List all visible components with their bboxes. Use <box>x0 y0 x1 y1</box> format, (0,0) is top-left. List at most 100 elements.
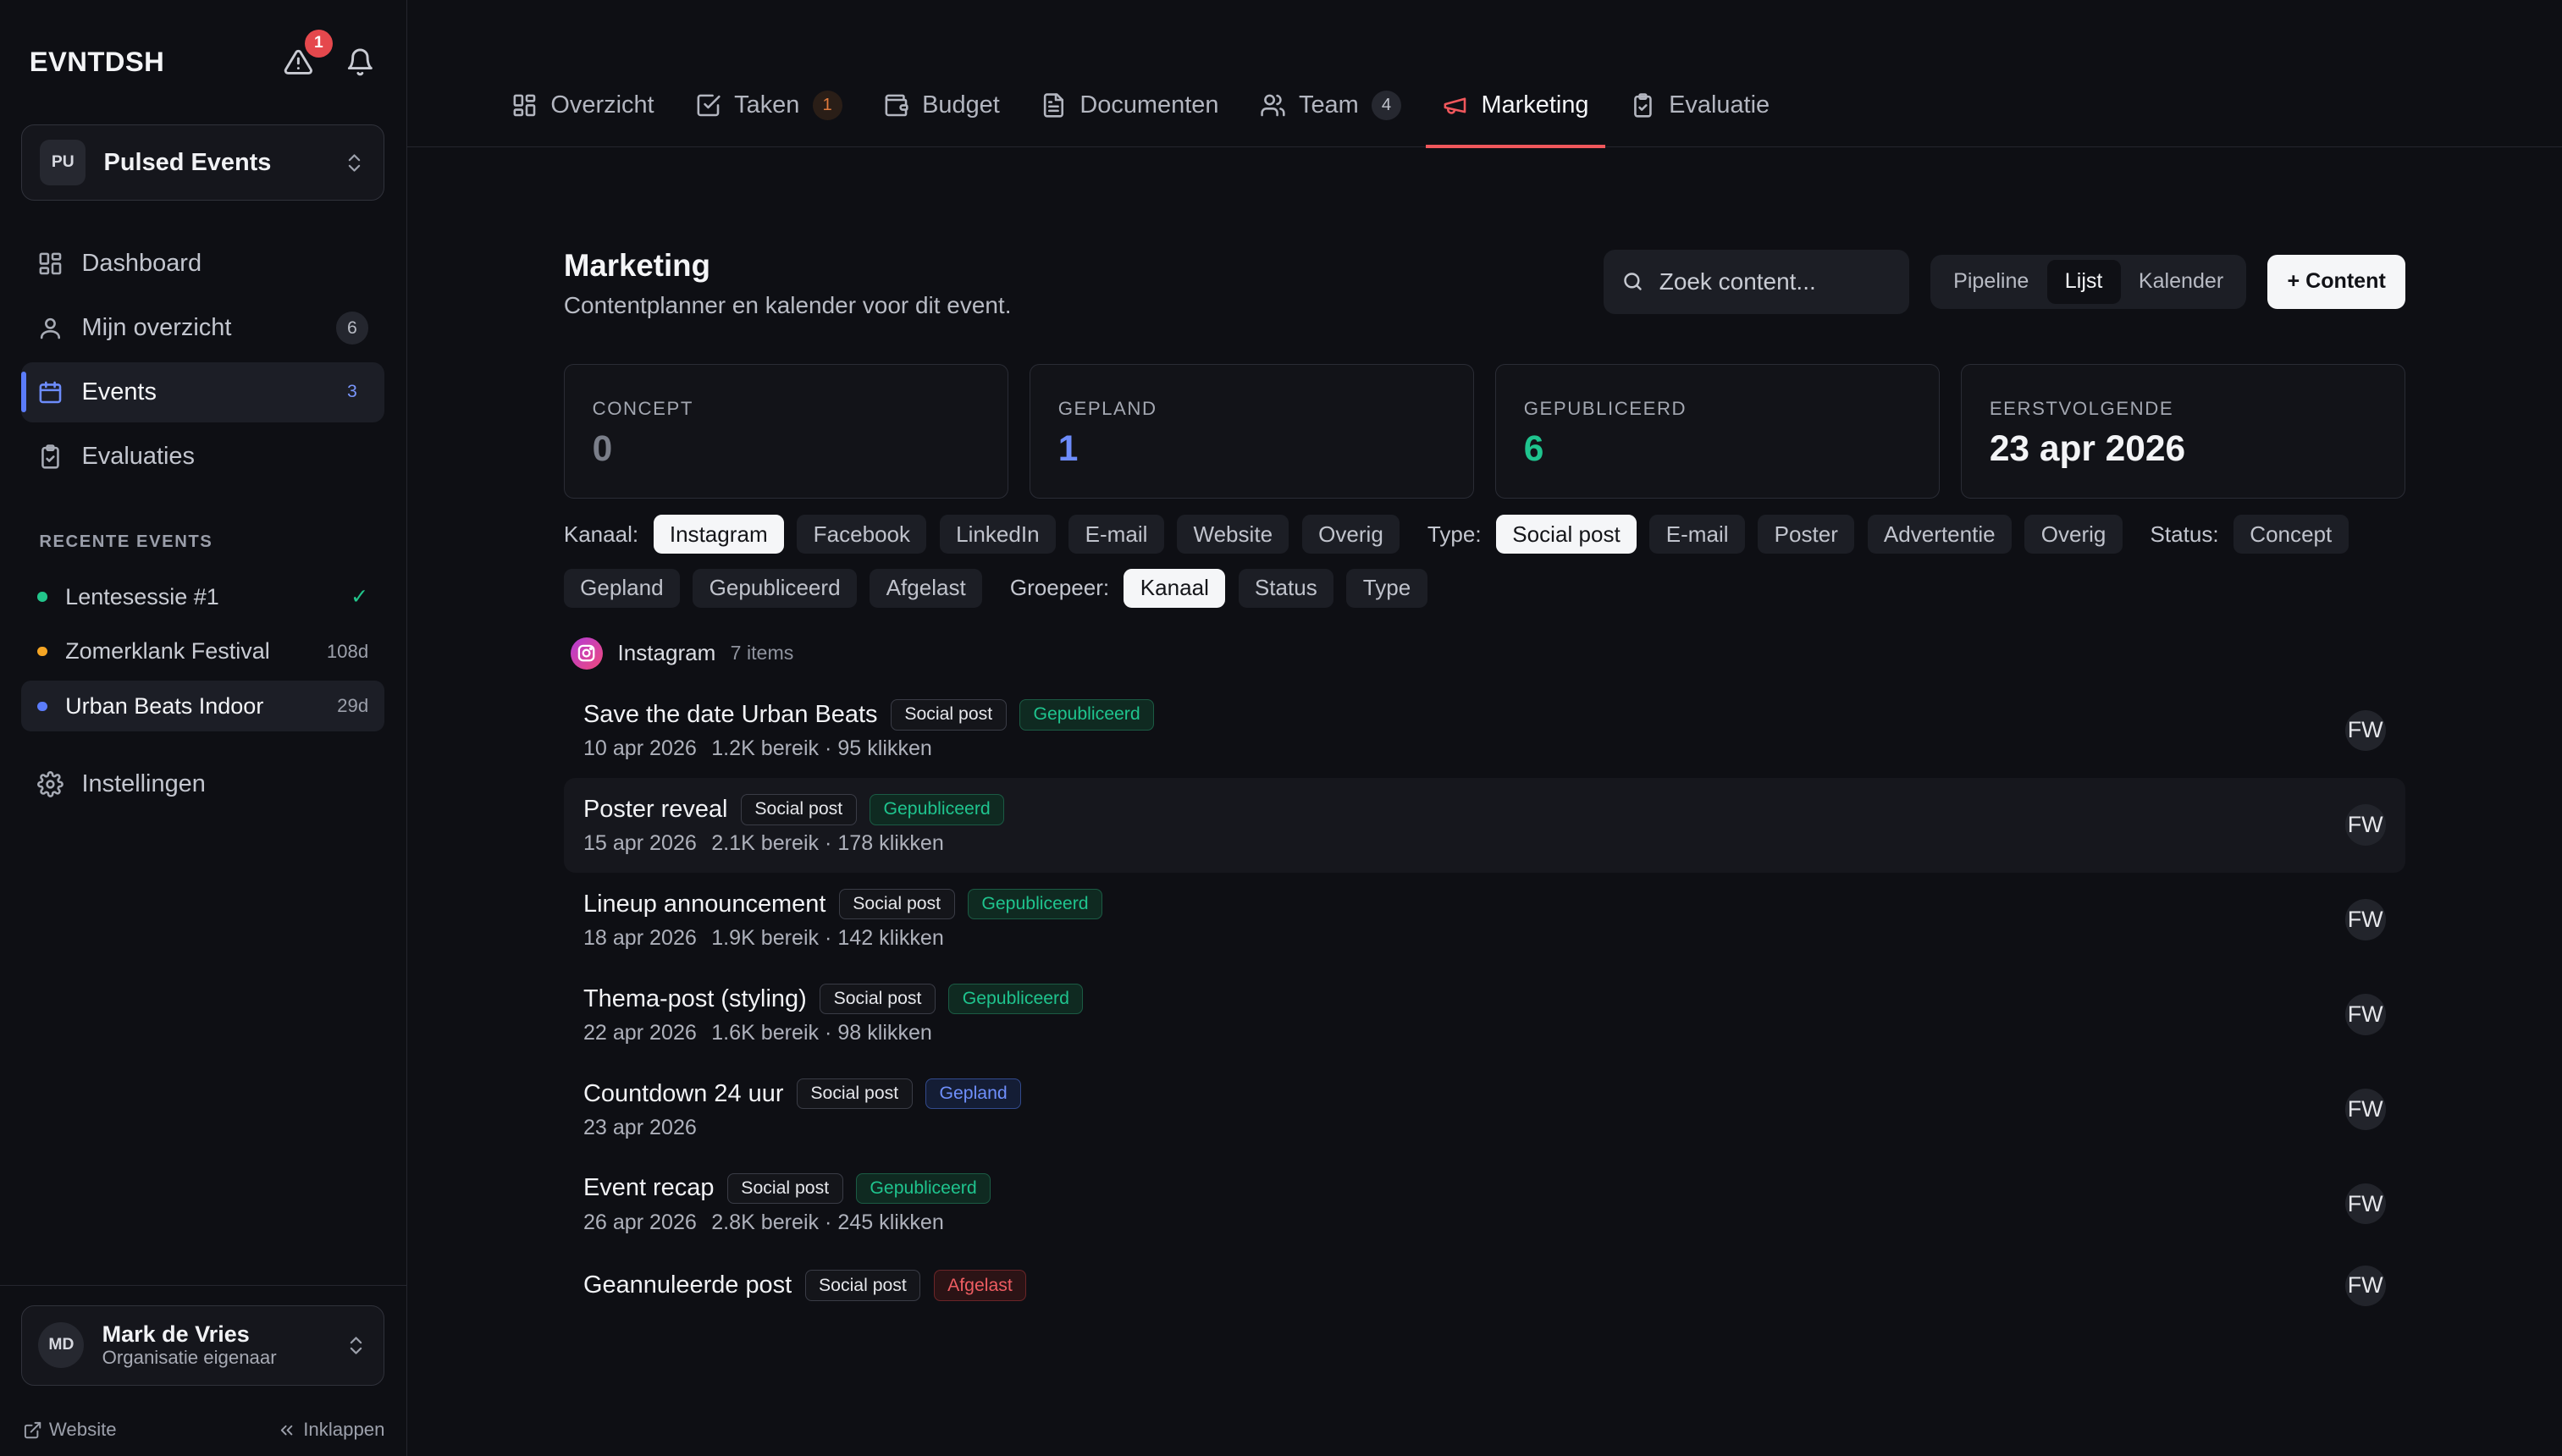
wallet-icon <box>885 94 908 117</box>
status-dot <box>37 592 47 602</box>
chip-kanaal-email[interactable]: E-mail <box>1068 514 1164 554</box>
recent-event-item[interactable]: Zomerklank Festival 108d <box>21 626 384 677</box>
website-label: Website <box>48 1419 117 1441</box>
sidebar: EVNTDSH 1 PU Pulsed Events Dashboard Mij… <box>0 0 407 1456</box>
chip-type-email[interactable]: E-mail <box>1649 514 1745 554</box>
check-icon: ✓ <box>351 585 369 609</box>
type-badge: Social post <box>890 698 1007 731</box>
status-badge: Gepubliceerd <box>870 793 1005 825</box>
type-badge: Social post <box>740 793 857 825</box>
content-row[interactable]: Event recap Social post Gepubliceerd 26 … <box>564 1156 2405 1251</box>
avatar: FW <box>2344 1265 2386 1306</box>
content-date: 23 apr 2026 <box>583 1116 697 1140</box>
chip-status-concept[interactable]: Concept <box>2233 514 2349 554</box>
stat-label: EERSTVOLGENDE <box>1989 397 2174 419</box>
user-name: Mark de Vries <box>102 1321 250 1348</box>
content-row[interactable]: Poster reveal Social post Gepubliceerd 1… <box>563 777 2405 873</box>
search-input[interactable]: Zoek content... <box>1604 250 1910 314</box>
content-stats: 2.1K bereik · 178 klikken <box>711 831 944 856</box>
org-avatar: PU <box>40 140 86 186</box>
chip-status-gepubliceerd[interactable]: Gepubliceerd <box>693 568 857 608</box>
tab-budget[interactable]: Budget <box>866 64 1016 146</box>
filter-label-status: Status: <box>2150 521 2219 547</box>
content-title: Event recap <box>583 1174 715 1202</box>
status-dot <box>37 701 47 712</box>
view-kalender[interactable]: Kalender <box>2121 260 2242 304</box>
chip-group-kanaal[interactable]: Kanaal <box>1124 568 1226 608</box>
user-menu[interactable]: MD Mark de Vries Organisatie eigenaar <box>21 1305 385 1386</box>
content-row[interactable]: Thema-post (styling) Social post Gepubli… <box>564 967 2405 1062</box>
content-stats: 2.8K bereik · 245 klikken <box>711 1211 944 1234</box>
nav-item-instellingen[interactable]: Instellingen <box>21 754 384 814</box>
tab-label: Budget <box>922 91 1000 119</box>
content-row[interactable]: Geannuleerde post Social post Afgelast F… <box>564 1251 2405 1320</box>
tab-label: Taken <box>734 91 800 119</box>
chip-type-advertentie[interactable]: Advertentie <box>1867 514 2012 554</box>
avatar: FW <box>2344 804 2386 846</box>
nav-count: 6 <box>335 312 369 345</box>
chip-kanaal-linkedin[interactable]: LinkedIn <box>939 514 1056 554</box>
stat-value: 23 apr 2026 <box>1989 427 2186 468</box>
content-row[interactable]: Save the date Urban Beats Social post Ge… <box>564 683 2405 778</box>
chip-group-status[interactable]: Status <box>1238 568 1334 608</box>
avatar: FW <box>2344 1183 2386 1225</box>
sidebar-footer: Website Inklappen <box>23 1419 384 1441</box>
tab-marketing[interactable]: Marketing <box>1425 64 1605 148</box>
chevrons-up-down-icon <box>349 153 361 172</box>
chip-type-overig[interactable]: Overig <box>2024 514 2123 554</box>
user-icon <box>41 317 61 339</box>
brand-row: EVNTDSH 1 <box>0 0 406 124</box>
stat-value: 0 <box>592 427 613 468</box>
chip-kanaal-overig[interactable]: Overig <box>1301 514 1400 554</box>
content-row[interactable]: Countdown 24 uur Social post Gepland 23 … <box>564 1062 2405 1156</box>
org-switcher[interactable]: PU Pulsed Events <box>21 124 385 201</box>
tab-label: Evaluatie <box>1669 91 1770 119</box>
collapse-sidebar-button[interactable]: Inklappen <box>277 1419 384 1441</box>
chevrons-up-down-icon <box>350 1337 362 1354</box>
chip-group-type[interactable]: Type <box>1346 568 1427 608</box>
content-stats: 1.9K bereik · 142 klikken <box>711 926 944 951</box>
status-badge: Gepubliceerd <box>1019 698 1155 731</box>
tab-documenten[interactable]: Documenten <box>1024 64 1235 146</box>
nav-count: 3 <box>346 382 357 402</box>
nav-item-evaluaties[interactable]: Evaluaties <box>21 427 384 487</box>
chip-type-social-post[interactable]: Social post <box>1496 514 1637 554</box>
nav-label: Mijn overzicht <box>81 314 232 342</box>
content-title: Thema-post (styling) <box>583 984 807 1012</box>
view-pipeline[interactable]: Pipeline <box>1935 260 2047 304</box>
recent-event-item[interactable]: Lentesessie #1 ✓ <box>21 571 384 622</box>
calendar-icon <box>39 381 62 404</box>
avatar: MD <box>38 1322 85 1369</box>
avatar: FW <box>2344 899 2386 940</box>
nav-item-mijn-overzicht[interactable]: Mijn overzicht 6 <box>21 298 384 358</box>
website-link[interactable]: Website <box>23 1419 117 1441</box>
recent-event-name: Lentesessie #1 <box>65 583 219 609</box>
chip-kanaal-instagram[interactable]: Instagram <box>653 514 784 554</box>
nav-item-dashboard[interactable]: Dashboard <box>21 234 384 294</box>
content-row[interactable]: Lineup announcement Social post Gepublic… <box>564 873 2405 968</box>
content-date: 10 apr 2026 <box>583 736 697 761</box>
recent-event-item[interactable]: Urban Beats Indoor 29d <box>21 681 385 732</box>
chip-kanaal-website[interactable]: Website <box>1177 514 1289 554</box>
status-dot <box>37 646 47 657</box>
instagram-icon <box>570 637 604 670</box>
view-lijst[interactable]: Lijst <box>2046 259 2121 304</box>
tab-taken[interactable]: Taken 1 <box>679 64 859 146</box>
notifications-button[interactable] <box>344 46 377 79</box>
tab-count-badge: 1 <box>812 91 842 120</box>
alerts-button[interactable]: 1 <box>282 29 333 79</box>
chip-kanaal-facebook[interactable]: Facebook <box>797 514 927 554</box>
stat-label: CONCEPT <box>592 397 693 419</box>
chip-status-afgelast[interactable]: Afgelast <box>870 568 983 608</box>
status-badge: Gepland <box>925 1078 1022 1110</box>
nav-item-events[interactable]: Events 3 <box>21 361 385 423</box>
content-stats: 1.2K bereik · 95 klikken <box>711 736 932 761</box>
chip-status-gepland[interactable]: Gepland <box>563 568 680 608</box>
tab-evaluatie[interactable]: Evaluatie <box>1613 64 1786 146</box>
chip-type-poster[interactable]: Poster <box>1758 514 1855 554</box>
content-title: Geannuleerde post <box>583 1271 792 1299</box>
add-content-button[interactable]: + Content <box>2267 255 2405 309</box>
tab-team[interactable]: Team 4 <box>1243 64 1417 146</box>
type-badge: Social post <box>838 888 955 920</box>
tab-overzicht[interactable]: Overzicht <box>495 64 671 146</box>
